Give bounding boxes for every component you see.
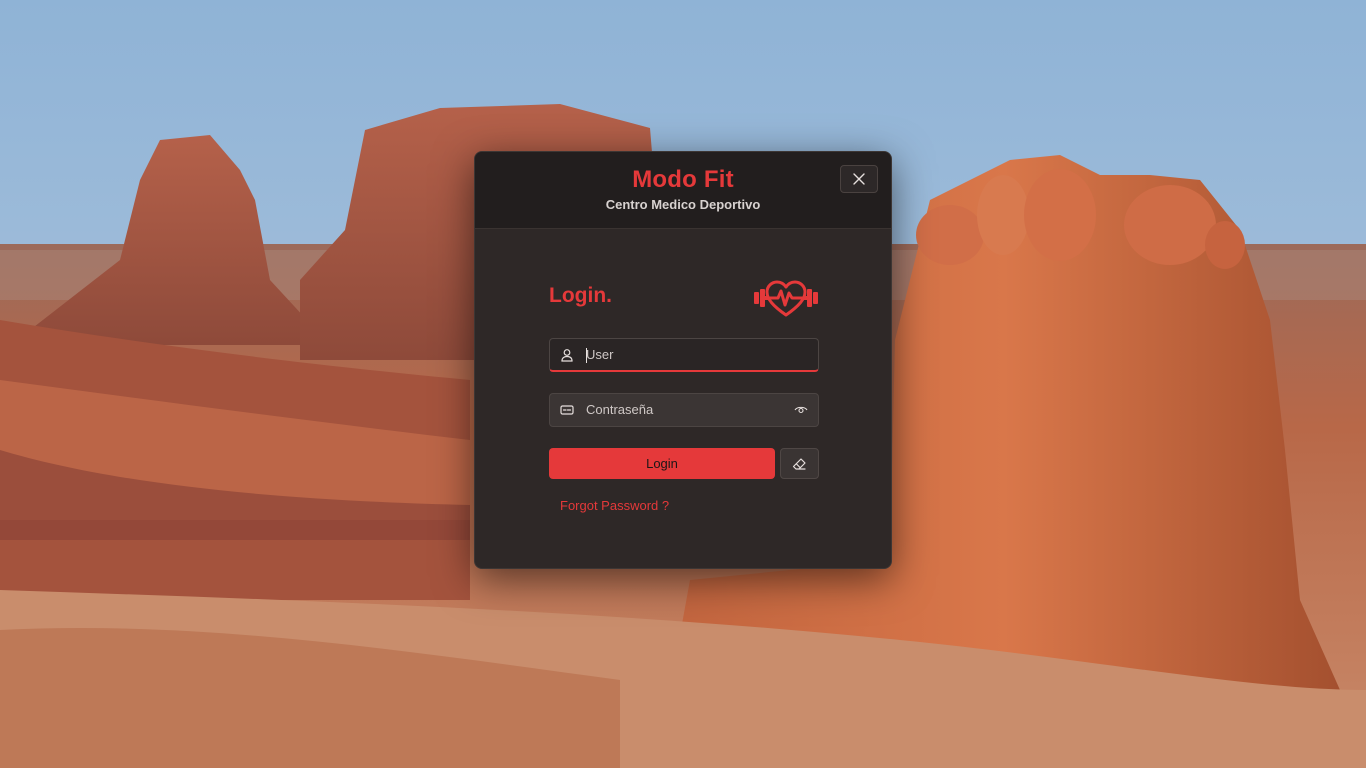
forgot-password-link[interactable]: Forgot Password ? [560, 498, 669, 513]
close-icon [853, 173, 865, 185]
user-input[interactable] [586, 339, 786, 369]
clear-button[interactable] [780, 448, 819, 479]
login-heading: Login. [549, 284, 612, 307]
user-icon [561, 349, 573, 362]
text-caret [586, 348, 587, 363]
login-dialog: Modo Fit Centro Medico Deportivo Login. [474, 151, 892, 569]
eraser-icon [792, 458, 806, 470]
eye-icon[interactable] [794, 405, 808, 415]
app-title: Modo Fit [632, 166, 734, 193]
app-subtitle: Centro Medico Deportivo [605, 197, 761, 212]
user-field[interactable] [549, 338, 819, 372]
password-field[interactable] [549, 393, 819, 427]
password-input[interactable] [586, 394, 786, 424]
close-button[interactable] [840, 165, 878, 193]
login-button[interactable]: Login [549, 448, 775, 479]
heart-dumbbell-icon [754, 280, 818, 317]
password-icon [560, 405, 574, 415]
dialog-header: Modo Fit Centro Medico Deportivo [475, 152, 891, 229]
